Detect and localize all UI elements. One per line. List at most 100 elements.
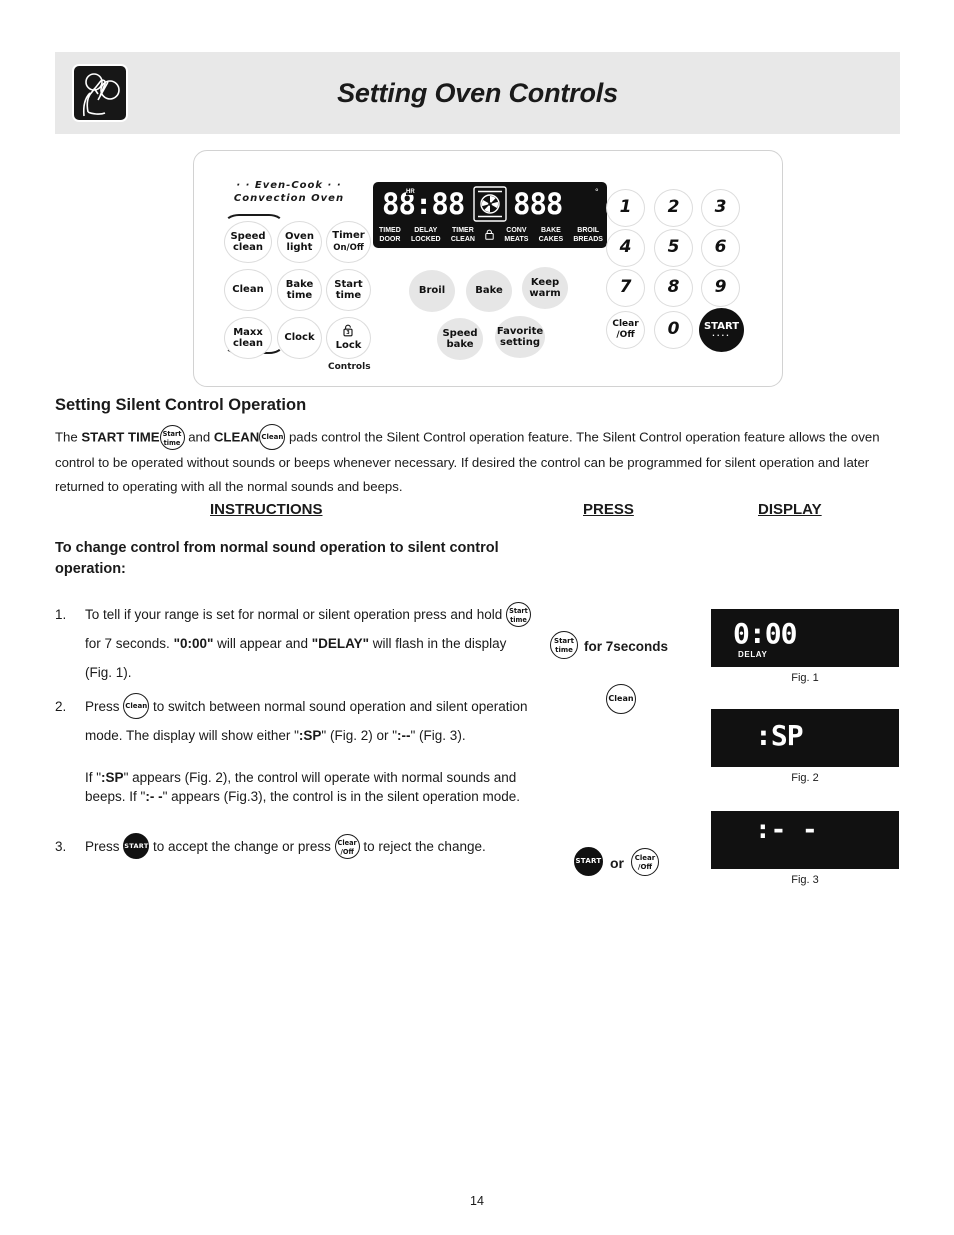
vfd-temp-digits: 888 xyxy=(513,187,563,221)
pad-label-l1: Maxx xyxy=(233,326,263,338)
pad-broil[interactable]: Broil xyxy=(409,270,455,312)
key-line-1: Start xyxy=(509,606,528,615)
svg-text:3: 3 xyxy=(346,330,350,336)
ind-bottom: MEATS xyxy=(504,235,529,243)
figure-1-caption: Fig. 1 xyxy=(791,672,819,684)
step-number: 3. xyxy=(55,839,67,854)
pad-maxx-clean[interactable]: Maxx clean xyxy=(224,317,272,359)
ind-bottom: CLEAN xyxy=(450,235,475,243)
section-intro-paragraph: The START TIME Start time and CLEAN Clean p… xyxy=(55,424,900,499)
pad-bake[interactable]: Bake xyxy=(466,270,512,312)
ind-bottom: LOCKED xyxy=(411,235,441,243)
key-line-2: time xyxy=(163,438,181,447)
pad-label-l1: Bake xyxy=(475,285,503,297)
vfd-indicator-delay-locked: DELAY LOCKED xyxy=(411,227,441,244)
keypad-5[interactable]: 5 xyxy=(654,229,693,267)
pad-clean[interactable]: Clean xyxy=(224,269,272,311)
keypad-2[interactable]: 2 xyxy=(654,189,693,227)
vfd-time-digits: 88:88 xyxy=(382,187,465,221)
vfd-lock-icon xyxy=(485,229,494,245)
step1-text-2: for 7 seconds. xyxy=(85,636,174,651)
keypad-label: 7 xyxy=(619,277,632,298)
figure-3: :- - Fig. 3 xyxy=(711,811,899,886)
step-number: 1. xyxy=(55,607,67,622)
ind-top: TIMER xyxy=(451,227,474,234)
vfd-indicator-conv-meats: CONV MEATS xyxy=(504,227,528,244)
step2-text-3: " (Fig. 2) or " xyxy=(321,728,398,743)
clean-key-glyph: Clean xyxy=(123,693,150,720)
intro-start-time-term: START TIME xyxy=(81,429,160,445)
step1-bold-0-00: "0:00" xyxy=(173,636,214,651)
pad-bake-time[interactable]: Bake time xyxy=(277,269,322,311)
ind-top: BROIL xyxy=(577,227,600,234)
pad-speed-bake[interactable]: Speed bake xyxy=(437,318,483,360)
clean-key-glyph[interactable]: Clean xyxy=(606,684,636,714)
figure-2-screen: :SP xyxy=(711,709,899,767)
clear-off-key-glyph: Clear/Off xyxy=(334,833,360,859)
keypad-8[interactable]: 8 xyxy=(654,269,693,307)
column-headers-row: INSTRUCTIONS PRESS DISPLAY xyxy=(55,501,900,523)
keypad-9[interactable]: 9 xyxy=(701,269,740,307)
press-row-2: Clean xyxy=(606,684,636,715)
keypad-6[interactable]: 6 xyxy=(701,229,740,267)
pad-oven-light[interactable]: Oven light xyxy=(277,221,322,263)
vfd-indicator-row: TIMED DOOR DELAY LOCKED TIMER CLEAN CONV… xyxy=(379,227,603,244)
pad-favorite-setting[interactable]: Favorite setting xyxy=(495,316,545,358)
ind-bottom: BREADS xyxy=(573,235,603,243)
step-3: 3. Press START to accept the change or p… xyxy=(55,832,535,861)
pad-clock[interactable]: Clock xyxy=(277,317,322,359)
keypad-4[interactable]: 4 xyxy=(606,229,645,267)
page-title: Setting Oven Controls xyxy=(337,78,618,108)
pad-label-l1: Speed xyxy=(442,327,478,339)
key-line-2: /Off xyxy=(340,847,354,856)
keypad-label-l1: Clear xyxy=(612,318,639,329)
start-time-key-glyph[interactable]: Start time xyxy=(550,631,578,659)
pad-keep-warm[interactable]: Keep warm xyxy=(522,267,568,309)
pad-label-l1: Timer xyxy=(332,230,365,241)
start-key-glyph[interactable]: START xyxy=(574,847,603,876)
step-text: Press START to accept the change or pres… xyxy=(85,832,486,861)
intro-text-a: The xyxy=(55,429,82,445)
pad-label-l2: On/Off xyxy=(333,242,364,253)
step3-text-2: to accept the change or press xyxy=(149,839,335,854)
keypad-clear-off[interactable]: Clear/Off xyxy=(606,311,645,349)
key-line-1: START xyxy=(575,857,602,865)
key-line-2: /Off xyxy=(637,862,653,871)
vfd-indicator-bake-cakes: BAKE CAKES xyxy=(539,227,564,244)
keypad-label: 9 xyxy=(714,277,727,298)
pad-timer-on-off[interactable]: Timer On/Off xyxy=(326,221,371,263)
keypad-1[interactable]: 1 xyxy=(606,189,645,227)
step-1: 1. To tell if your range is set for norm… xyxy=(55,600,535,687)
vfd-hr-tag: HR xyxy=(406,189,415,195)
step-2: 2. Press Clean to switch between normal … xyxy=(55,692,535,750)
pad-label-l1: Clean xyxy=(232,284,264,296)
brand-line-2: Convection Oven xyxy=(233,193,345,204)
intro-clean-term: CLEAN xyxy=(213,429,260,445)
note-bold-dashes: :- - xyxy=(145,789,163,804)
keypad-start[interactable]: START ···· xyxy=(699,308,744,352)
step2-text-4: " (Fig. 3). xyxy=(410,728,466,743)
key-line-1: Clean xyxy=(125,702,148,711)
keypad-7[interactable]: 7 xyxy=(606,269,645,307)
intro-text-b: and xyxy=(184,429,214,445)
key-line-1: Start xyxy=(162,429,182,438)
note-bold-sp: :SP xyxy=(101,770,124,785)
pad-lock-controls[interactable]: 3 Lock xyxy=(326,317,371,359)
instructions-step-list: 1. To tell if your range is set for norm… xyxy=(55,600,535,866)
keypad-0[interactable]: 0 xyxy=(654,311,693,349)
press-duration-label: for 7seconds xyxy=(584,638,669,654)
pad-start-time[interactable]: Start time xyxy=(326,269,371,311)
keypad-label-l2: /Off xyxy=(616,330,635,340)
pad-speed-clean[interactable]: Speed clean xyxy=(224,221,272,263)
keypad-label: 0 xyxy=(667,319,680,340)
figure-1: 0:00 DELAY Fig. 1 xyxy=(711,609,899,684)
figure-2-caption: Fig. 2 xyxy=(791,772,819,784)
clear-off-key-glyph[interactable]: Clear/Off xyxy=(631,847,659,876)
step1-bold-delay: "DELAY" xyxy=(311,636,370,651)
pad-label-l2: bake xyxy=(446,339,474,350)
keypad-3[interactable]: 3 xyxy=(701,189,740,227)
key-line-1: Start xyxy=(554,637,574,645)
column-header-instructions: INSTRUCTIONS xyxy=(210,501,323,518)
ind-bottom: DOOR xyxy=(379,235,401,243)
vfd-display: 88:88 HR 888 ° TIMED DOOR DELAY LOCKED T… xyxy=(373,182,607,248)
